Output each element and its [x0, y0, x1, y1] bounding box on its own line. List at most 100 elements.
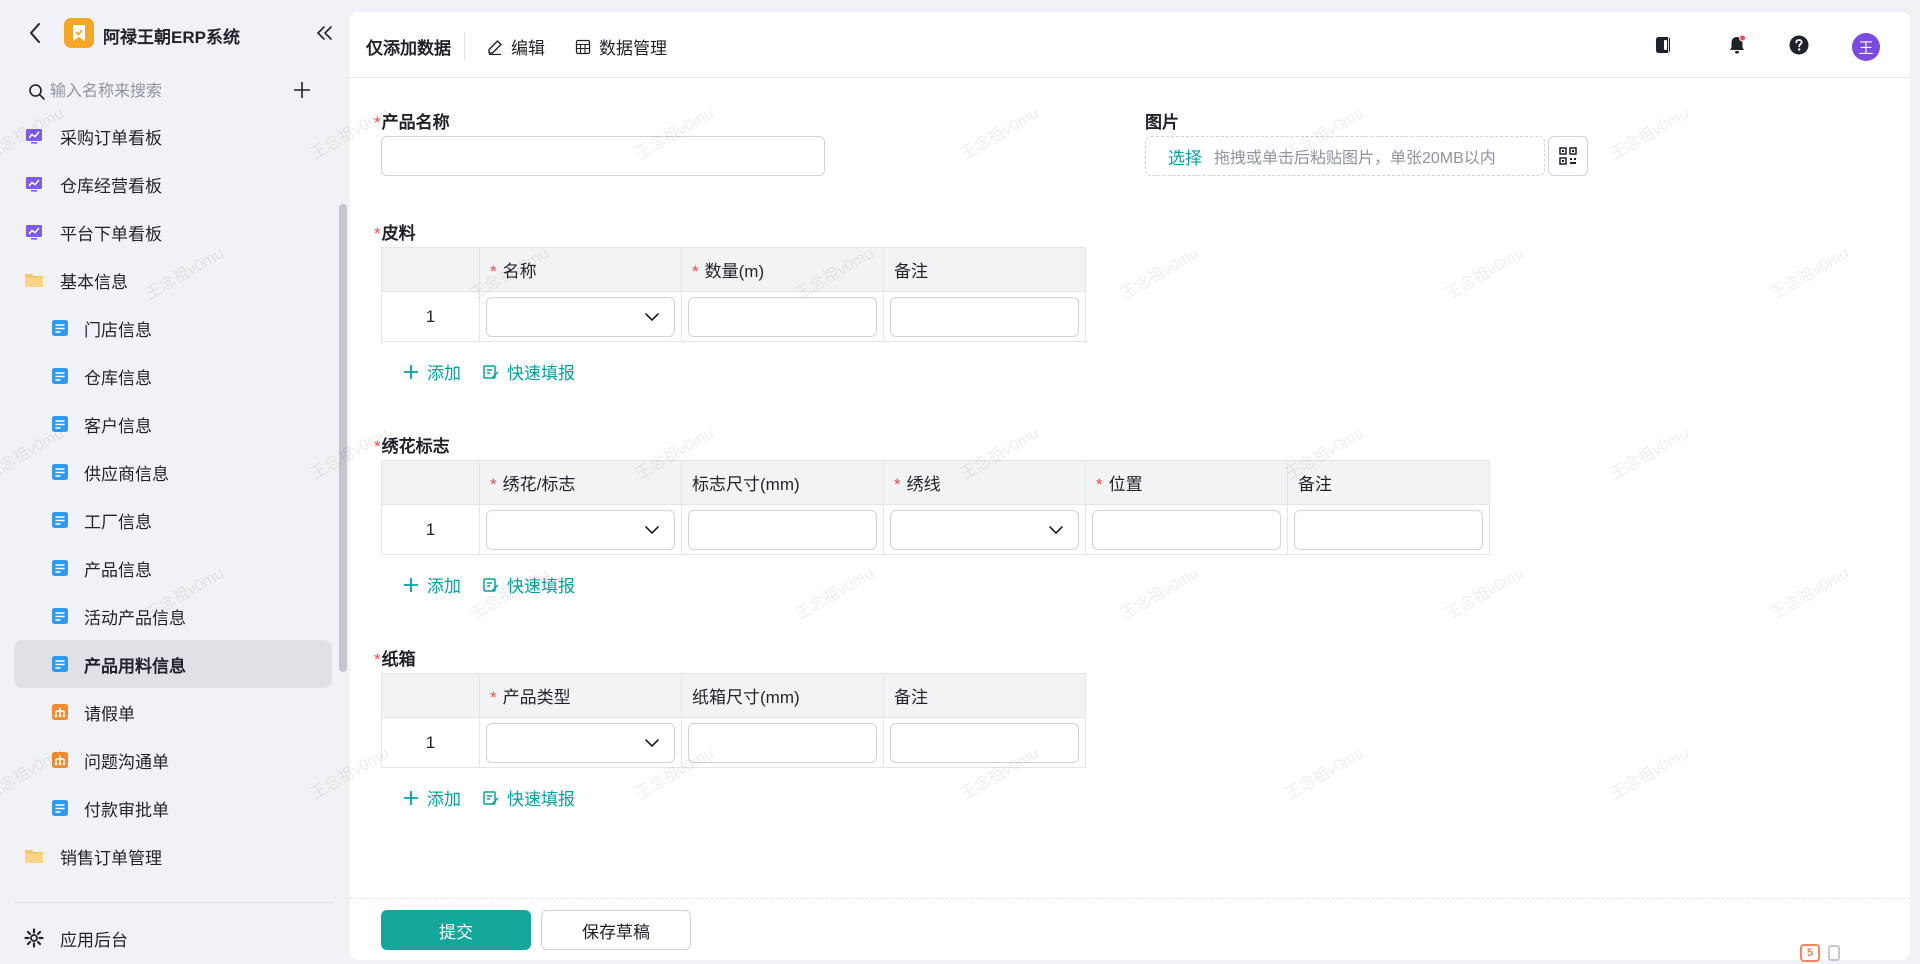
text-field[interactable]	[1294, 509, 1483, 550]
notebook-button[interactable]	[1648, 30, 1678, 60]
sidebar-item-13[interactable]: 请假单	[14, 688, 332, 736]
sidebar-item-3[interactable]: 平台下单看板	[14, 208, 332, 256]
sidebar-item-4[interactable]: 基本信息	[14, 256, 332, 304]
required-mark: *	[490, 262, 497, 281]
submit-button[interactable]: 提交	[381, 910, 531, 950]
sidebar-item-5[interactable]: 门店信息	[14, 304, 332, 352]
column-header: * 绣线	[883, 460, 1086, 505]
help-button[interactable]	[1784, 30, 1814, 60]
sidebar-item-15[interactable]: 付款审批单	[14, 784, 332, 832]
sidebar-item-label: 付款审批单	[84, 800, 169, 820]
sidebar-item-1[interactable]: 采购订单看板	[14, 112, 332, 160]
sidebar-item-12[interactable]: 产品用料信息	[14, 640, 332, 688]
sidebar-item-label: 基本信息	[60, 272, 128, 292]
sidebar-item-7[interactable]: 客户信息	[14, 400, 332, 448]
bell-icon	[1730, 34, 1746, 54]
table-cell	[883, 717, 1086, 768]
index-header	[381, 247, 480, 292]
carton-table: * 产品类型 纸箱尺寸(mm) 备注 1	[381, 673, 1086, 768]
add-row-label: 添加	[427, 790, 461, 809]
text-field[interactable]	[890, 722, 1079, 763]
table-cell	[479, 291, 682, 342]
sidebar-item-label: 门店信息	[84, 320, 152, 340]
quick-fill-button[interactable]: 快速填报	[483, 572, 575, 597]
qr-upload-button[interactable]	[1548, 136, 1588, 176]
sidebar-search-input[interactable]	[50, 78, 270, 106]
collapse-sidebar-button[interactable]	[312, 20, 338, 46]
sidebar-item-9[interactable]: 工厂信息	[14, 496, 332, 544]
text-field[interactable]	[688, 509, 877, 550]
product-name-input[interactable]	[381, 136, 825, 176]
table-cell	[479, 504, 682, 555]
app-backend-label: 应用后台	[60, 930, 128, 950]
save-draft-button[interactable]: 保存草稿	[541, 910, 691, 950]
index-header	[381, 460, 480, 505]
edit-button[interactable]: 编辑	[487, 34, 545, 59]
select-field[interactable]	[890, 509, 1079, 550]
sidebar-item-11[interactable]: 活动产品信息	[14, 592, 332, 640]
sidebar-item-6[interactable]: 仓库信息	[14, 352, 332, 400]
column-header-label: 标志尺寸(mm)	[692, 475, 800, 494]
back-button[interactable]	[20, 18, 50, 48]
main-panel: 仅添加数据 编辑 数据管理 王 *产品名称 图片 选择 拖拽或单击后粘贴图片，单…	[350, 12, 1910, 960]
add-row-label: 添加	[427, 577, 461, 596]
chevron-down-icon	[645, 525, 659, 534]
table-row: 1	[381, 291, 1086, 342]
sidebar-scrollbar[interactable]	[339, 204, 347, 672]
form-icon	[50, 318, 70, 338]
sidebar-item-label: 产品信息	[84, 560, 152, 580]
table-cell	[1287, 504, 1490, 555]
image-upload[interactable]: 选择 拖拽或单击后粘贴图片，单张20MB以内	[1145, 136, 1545, 176]
text-field[interactable]	[890, 296, 1079, 337]
avatar[interactable]: 王	[1852, 33, 1880, 61]
chevron-left-icon	[30, 23, 40, 43]
upload-hint: 拖拽或单击后粘贴图片，单张20MB以内	[1214, 150, 1496, 167]
leather-label: *皮料	[374, 224, 416, 243]
search-icon	[29, 84, 45, 100]
workflow-icon	[50, 750, 70, 770]
sidebar-item-14[interactable]: 问题沟通单	[14, 736, 332, 784]
required-mark: *	[490, 475, 497, 494]
corner-badge[interactable]: 5	[1800, 944, 1840, 962]
carton-label: *纸箱	[374, 650, 416, 669]
leather-table: * 名称 * 数量(m) 备注 1	[381, 247, 1086, 342]
sidebar-item-8[interactable]: 供应商信息	[14, 448, 332, 496]
carton-actions: 添加 快速填报	[403, 785, 597, 810]
quick-fill-label: 快速填报	[507, 790, 575, 809]
quick-fill-label: 快速填报	[507, 577, 575, 596]
select-field[interactable]	[486, 509, 675, 550]
quick-fill-button[interactable]: 快速填报	[483, 785, 575, 810]
topbar-divider	[464, 32, 465, 60]
column-header-label: 备注	[894, 688, 928, 707]
notifications-button[interactable]	[1722, 30, 1752, 60]
column-header: * 位置	[1085, 460, 1288, 505]
plus-icon	[404, 364, 418, 379]
folder-icon	[24, 846, 44, 866]
sidebar-nav: 采购订单看板 仓库经营看板 平台下单看板基本信息门店信息仓库信息 客户信息 供应商信息工…	[14, 112, 332, 902]
table-cell	[479, 717, 682, 768]
text-field[interactable]	[688, 722, 877, 763]
page-title: 仅添加数据	[366, 39, 451, 58]
app-backend-link[interactable]: 应用后台	[24, 923, 128, 953]
sidebar-item-2[interactable]: 仓库经营看板	[14, 160, 332, 208]
column-header-label: 绣线	[906, 475, 941, 494]
text-field[interactable]	[688, 296, 877, 337]
text-field[interactable]	[1092, 509, 1281, 550]
select-field[interactable]	[486, 296, 675, 337]
html5-icon: 5	[1800, 944, 1820, 962]
pencil-icon	[488, 39, 502, 55]
image-label: 图片	[1145, 113, 1179, 132]
table-cell	[681, 291, 884, 342]
add-row-button[interactable]: 添加	[403, 572, 461, 597]
add-row-button[interactable]: 添加	[403, 785, 461, 810]
sidebar-item-label: 问题沟通单	[84, 752, 169, 772]
add-row-button[interactable]: 添加	[403, 359, 461, 384]
upload-select-link[interactable]: 选择	[1168, 144, 1202, 169]
double-chevron-left-icon	[316, 26, 332, 40]
sidebar-item-16[interactable]: 销售订单管理	[14, 832, 332, 880]
select-field[interactable]	[486, 722, 675, 763]
data-manage-button[interactable]: 数据管理	[575, 34, 667, 59]
sidebar-item-10[interactable]: 产品信息	[14, 544, 332, 592]
add-icon[interactable]	[292, 80, 312, 100]
quick-fill-button[interactable]: 快速填报	[483, 359, 575, 384]
